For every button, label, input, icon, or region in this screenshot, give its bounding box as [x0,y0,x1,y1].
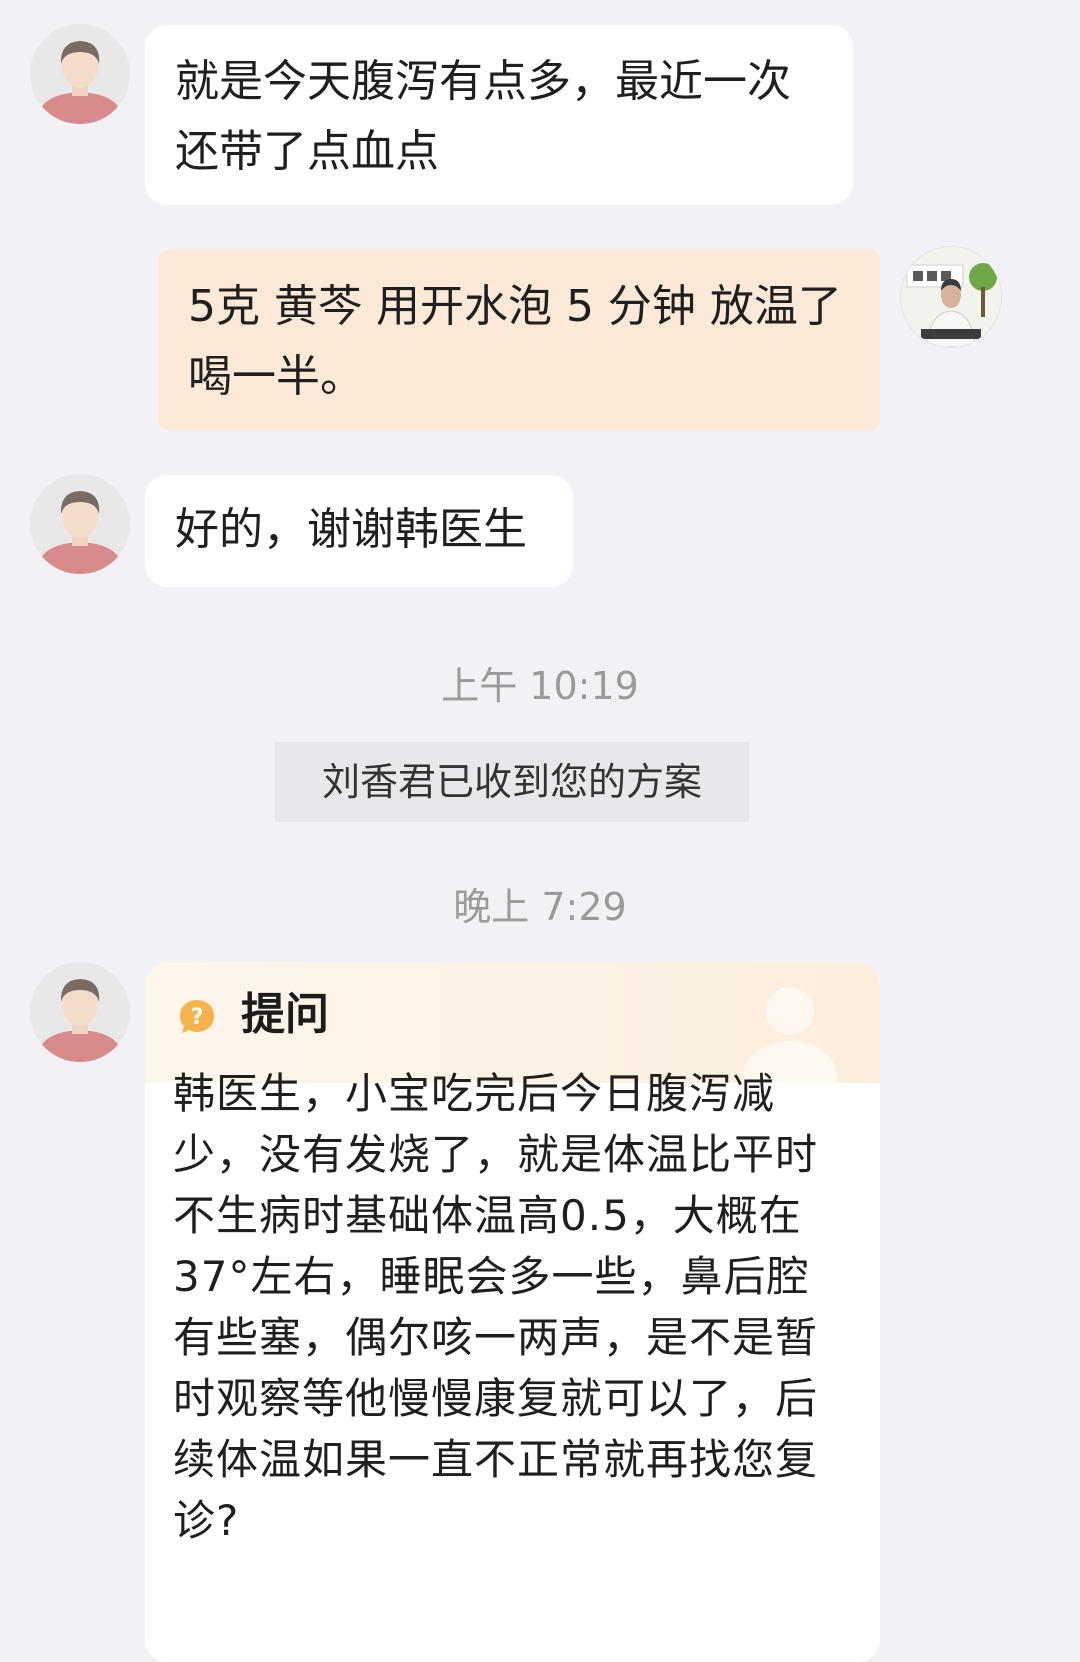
doctor-avatar[interactable] [900,246,1002,348]
patient-avatar[interactable] [30,24,130,124]
doctor-message-bubble[interactable]: 5克 黄芩 用开水泡 5 分钟 放温了喝一半。 [158,250,880,430]
timestamp: 晚上 7:29 [453,885,627,929]
question-card[interactable]: ? 提问 韩医生，小宝吃完后今日腹泻减少，没有发烧了，就是体温比平时不生病时基础… [145,963,880,1662]
patient-avatar[interactable] [30,474,130,574]
system-notice: 刘香君已收到您的方案 [275,742,749,822]
question-body: 韩医生，小宝吃完后今日腹泻减少，没有发烧了，就是体温比平时不生病时基础体温高0.… [173,1069,819,1545]
question-icon: ? [177,997,217,1037]
message-text: 就是今天腹泻有点多，最近一次还带了点血点 [175,56,791,177]
system-notice-text: 刘香君已收到您的方案 [321,760,702,804]
doctor-avatar-icon [901,247,1001,347]
patient-message-bubble[interactable]: 就是今天腹泻有点多，最近一次还带了点血点 [145,25,853,205]
timestamp: 上午 10:19 [441,664,639,708]
svg-text:?: ? [191,1005,204,1030]
question-title: 提问 [241,989,329,1040]
patient-avatar-icon [30,474,130,574]
patient-avatar-icon [30,962,130,1062]
message-text: 好的，谢谢韩医生 [175,504,527,555]
patient-avatar-icon [30,24,130,124]
patient-message-bubble[interactable]: 好的，谢谢韩医生 [145,475,573,587]
patient-avatar[interactable] [30,962,130,1062]
message-text: 5克 黄芩 用开水泡 5 分钟 放温了喝一半。 [188,281,842,402]
